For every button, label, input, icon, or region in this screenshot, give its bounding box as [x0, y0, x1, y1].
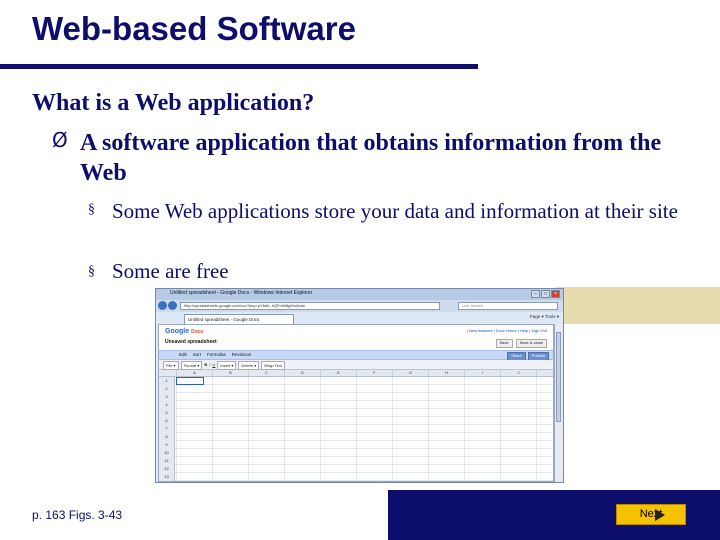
address-bar-row: http://spreadsheets.google.com/ccc?key=p… — [156, 300, 563, 312]
toolbar-item: Delete ▾ — [238, 361, 260, 370]
next-button[interactable]: Next — [616, 504, 686, 525]
sheet-menubar: Edit Sort Formulas Revisions Share Publi… — [159, 350, 553, 361]
toolbar-item: File ▾ — [163, 361, 179, 370]
toolbar-item: Format ▾ — [180, 361, 203, 370]
browser-tab: Untitled spreadsheet - Google Docs — [184, 314, 294, 324]
column-header: H — [428, 370, 464, 376]
save-close-button: Save & close — [515, 339, 547, 348]
scrollbar — [554, 324, 562, 482]
underline-icon: U — [212, 362, 216, 367]
window-titlebar: Untitled spreadsheet - Google Docs - Win… — [156, 289, 563, 300]
table-row: 10 — [159, 449, 553, 457]
bullet-square-icon: § — [88, 264, 95, 279]
save-button: Save — [495, 339, 513, 348]
row-number: 3 — [159, 393, 175, 401]
menu-edit: Edit — [179, 352, 187, 357]
column-header: K — [536, 370, 553, 376]
scrollbar-thumb — [556, 332, 561, 422]
arrow-right-icon — [655, 509, 665, 521]
row-number: 7 — [159, 425, 175, 433]
row-number: 1 — [159, 377, 175, 385]
row-number: 6 — [159, 417, 175, 425]
bold-icon: B — [204, 362, 208, 367]
row-number: 9 — [159, 441, 175, 449]
menu-sort: Sort — [192, 352, 202, 357]
column-header: G — [392, 370, 428, 376]
table-row: 2 — [159, 385, 553, 393]
bullet-square-icon: § — [88, 202, 95, 217]
document-name: Unsaved spreadsheet — [165, 339, 217, 345]
column-header: C — [248, 370, 284, 376]
table-row: 8 — [159, 433, 553, 441]
row-number: 12 — [159, 465, 175, 473]
table-row: 4 — [159, 401, 553, 409]
search-field: Live Search — [458, 302, 558, 310]
row-number: 4 — [159, 401, 175, 409]
column-header: J — [500, 370, 536, 376]
decorative-tan-bar — [556, 287, 720, 324]
maximize-icon: □ — [541, 290, 550, 298]
back-icon — [158, 301, 167, 310]
toolbar-item: Wrap Text — [261, 361, 285, 370]
italic-icon: I — [209, 362, 211, 367]
figure-caption: p. 163 Figs. 3-43 — [32, 508, 123, 522]
close-icon: × — [551, 290, 560, 298]
column-header: D — [284, 370, 320, 376]
title-underline — [0, 64, 478, 69]
column-header: B — [212, 370, 248, 376]
sheet-toolbar: File ▾ Format ▾ B I U Insert ▾ Delete ▾ … — [159, 360, 553, 370]
spreadsheet-grid: ABCDEFGHIJK 12345678910111213 — [159, 370, 553, 481]
row-number: 5 — [159, 409, 175, 417]
table-row: 13 — [159, 473, 553, 481]
row-number: 8 — [159, 433, 175, 441]
row-number: 2 — [159, 385, 175, 393]
table-row: 5 — [159, 409, 553, 417]
table-row: 1 — [159, 377, 553, 385]
toolbar-item: Insert ▾ — [217, 361, 237, 370]
bullet-level1-text: A software application that obtains info… — [80, 130, 662, 186]
row-number: 10 — [159, 449, 175, 457]
logo-sub: Docs — [191, 329, 204, 335]
table-row: 6 — [159, 417, 553, 425]
table-row: 7 — [159, 425, 553, 433]
table-row: 12 — [159, 465, 553, 473]
table-row: 11 — [159, 457, 553, 465]
menu-revisions: Revisions — [231, 352, 252, 357]
menu-formulas: Formulas — [207, 352, 226, 357]
column-header: F — [356, 370, 392, 376]
minimize-icon: – — [531, 290, 540, 298]
column-header: A — [176, 370, 212, 376]
browser-tab-row: Untitled spreadsheet - Google Docs Page … — [156, 312, 563, 324]
row-number: 13 — [159, 473, 175, 481]
row-number: 11 — [159, 457, 175, 465]
top-links: | New features | Docs Home | Help | Sign… — [466, 328, 547, 333]
slide-title: Web-based Software — [32, 10, 356, 47]
spreadsheet-page: Google Docs Unsaved spreadsheet | New fe… — [158, 324, 554, 482]
forward-icon — [168, 301, 177, 310]
browser-tools: Page ▾ Tools ▾ — [529, 314, 559, 319]
logo-text: Google — [165, 328, 190, 335]
address-field: http://spreadsheets.google.com/ccc?key=p… — [180, 302, 440, 310]
slide-heading: What is a Web application? — [32, 90, 315, 116]
column-header: E — [320, 370, 356, 376]
bullet-level2-text: Some Web applications store your data an… — [112, 199, 678, 223]
bullet-arrow-icon: Ø — [52, 128, 68, 152]
google-docs-logo: Google Docs — [165, 328, 203, 335]
bullet-level2-text: Some are free — [112, 259, 229, 283]
selected-cell — [176, 377, 204, 385]
column-headers: ABCDEFGHIJK — [159, 370, 553, 377]
table-row: 9 — [159, 441, 553, 449]
column-header: I — [464, 370, 500, 376]
table-row: 3 — [159, 393, 553, 401]
window-title: Untitled spreadsheet - Google Docs - Win… — [170, 290, 313, 296]
browser-screenshot: Untitled spreadsheet - Google Docs - Win… — [155, 288, 564, 483]
